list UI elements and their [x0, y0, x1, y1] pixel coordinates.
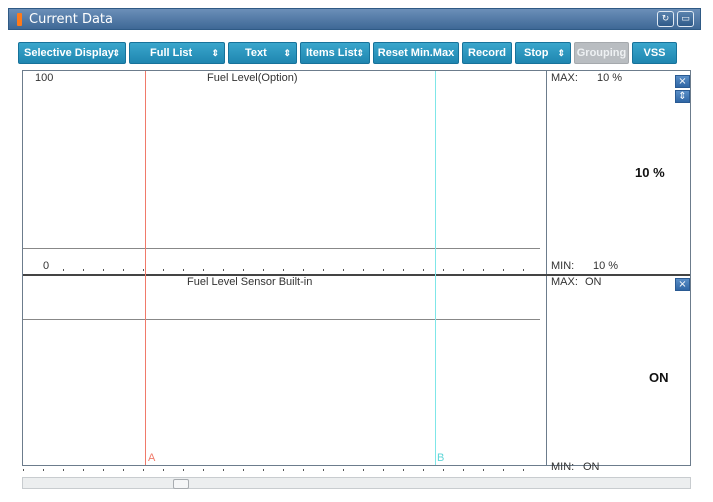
- cursor-a-line[interactable]: [145, 71, 146, 465]
- selective-display-label: Selective Display: [24, 47, 114, 59]
- graph-panel: 100 Fuel Level(Option) MAX: 10 % × ⇕ 10 …: [22, 70, 691, 473]
- retry-icon[interactable]: ↻: [657, 11, 674, 27]
- graph2-tick-row: [23, 469, 543, 471]
- dropdown-arrow-icon: ⇕: [211, 48, 219, 58]
- record-button[interactable]: Record: [462, 42, 512, 64]
- graph2-title: Fuel Level Sensor Built-in: [187, 276, 313, 288]
- graph1-current-value: 10 %: [635, 165, 665, 180]
- graph2-current-value: ON: [649, 370, 669, 385]
- full-list-label: Full List: [150, 47, 193, 59]
- cursor-b-label: B: [437, 452, 445, 464]
- graph1-min-value: 10 %: [593, 260, 619, 272]
- graph1-tick-row: [63, 269, 543, 271]
- expand-icon[interactable]: ⇕: [675, 90, 690, 103]
- stop-label: Stop: [524, 47, 549, 59]
- graph1-max-label: MAX:: [551, 72, 578, 84]
- text-dropdown[interactable]: Text ⇕: [228, 42, 297, 64]
- horizontal-scrollbar[interactable]: [22, 477, 691, 489]
- items-list-dropdown[interactable]: Items List ⇕: [300, 42, 370, 64]
- graph2-max-value: ON: [585, 276, 602, 288]
- reset-min-max-button[interactable]: Reset Min.Max: [373, 42, 459, 64]
- window-title: Current Data: [29, 12, 113, 27]
- dropdown-arrow-icon: ⇕: [283, 48, 291, 58]
- dropdown-arrow-icon: ⇕: [356, 48, 364, 58]
- close-icon[interactable]: ×: [675, 75, 690, 88]
- stop-dropdown[interactable]: Stop ⇕: [515, 42, 571, 64]
- graph2-max-label: MAX:: [551, 276, 578, 288]
- selective-display-dropdown[interactable]: Selective Display ⇕: [18, 42, 126, 64]
- grouping-button[interactable]: Grouping: [574, 42, 629, 64]
- cursor-a-label: A: [148, 452, 156, 464]
- dropdown-arrow-icon: ⇕: [112, 48, 120, 58]
- graph1-y-max: 100: [35, 72, 54, 84]
- full-list-dropdown[interactable]: Full List ⇕: [129, 42, 225, 64]
- scrollbar-thumb[interactable]: [173, 479, 189, 489]
- restore-icon[interactable]: ▭: [677, 11, 694, 27]
- graph2-min-value: ON: [583, 461, 600, 473]
- graph1-y-min: 0: [43, 260, 50, 272]
- cursor-b-line[interactable]: [435, 71, 436, 465]
- graph1-title: Fuel Level(Option): [207, 72, 298, 84]
- dropdown-arrow-icon: ⇕: [557, 48, 565, 58]
- graph2-on-level: [23, 319, 540, 320]
- title-bar: Current Data ↻ ▭: [8, 8, 701, 30]
- flag-icon: [17, 13, 22, 26]
- graph2-min-label: MIN:: [551, 461, 575, 473]
- text-label: Text: [245, 47, 267, 59]
- value-column-divider: [546, 71, 547, 465]
- current-data-window: Current Data ↻ ▭ Selective Display ⇕ Ful…: [0, 0, 713, 502]
- close-icon[interactable]: ×: [675, 278, 690, 291]
- graph1-baseline: [23, 248, 540, 249]
- graph1-max-value: 10 %: [597, 72, 623, 84]
- graph1-min-label: MIN:: [551, 260, 575, 272]
- items-list-label: Items List: [306, 47, 358, 59]
- vss-button[interactable]: VSS: [632, 42, 677, 64]
